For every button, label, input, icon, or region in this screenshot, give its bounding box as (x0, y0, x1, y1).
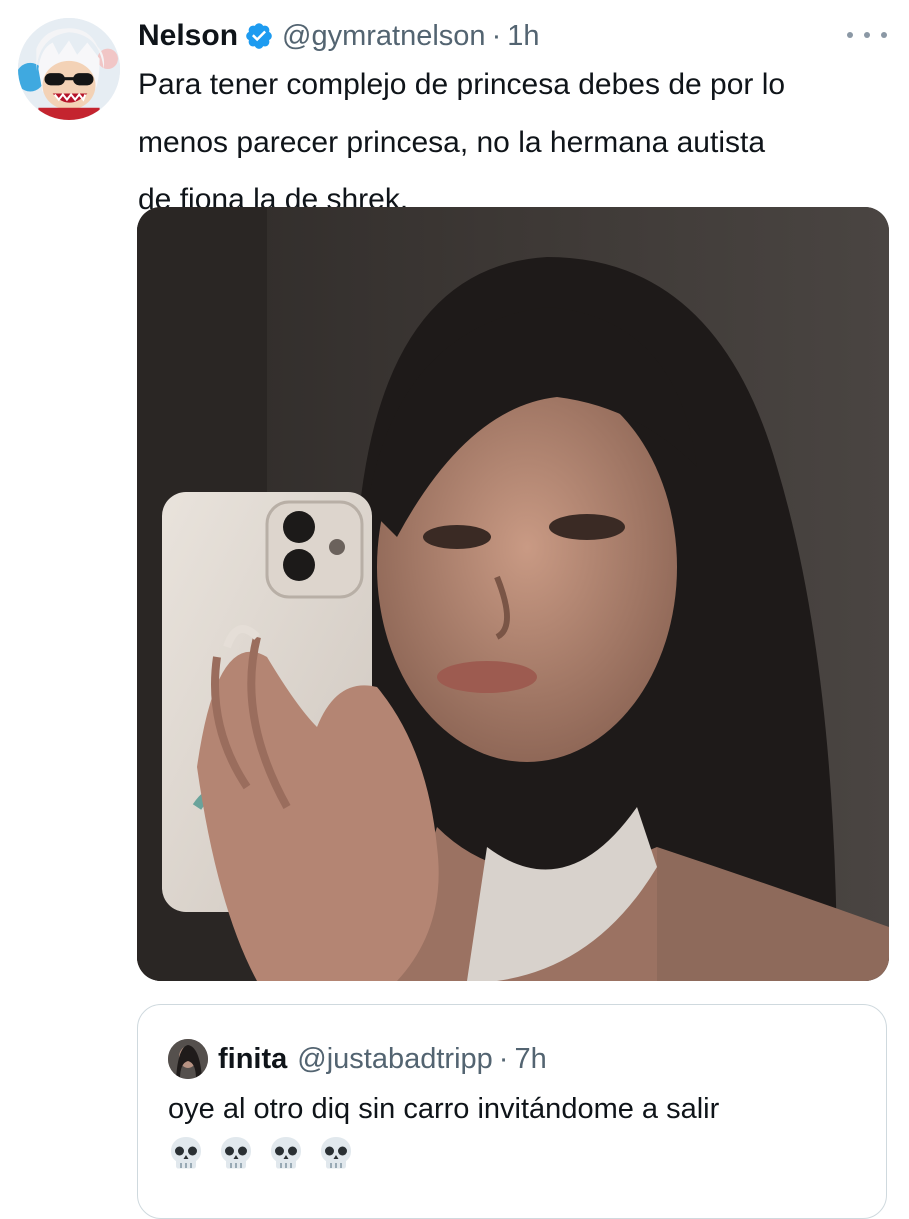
tweet-timestamp[interactable]: 1h (507, 20, 539, 53)
quoted-author-avatar[interactable] (168, 1039, 208, 1079)
quoted-author-display-name[interactable]: finita (218, 1043, 287, 1076)
quoted-header-separator: · (498, 1042, 509, 1075)
quoted-tweet-header: finita @justabadtripp · 7h (168, 1037, 547, 1081)
tweet[interactable]: Nelson @gymratnelson · 1h Para tener com… (0, 0, 909, 1219)
author-avatar[interactable] (18, 18, 120, 120)
tweet-header: Nelson @gymratnelson · 1h (138, 14, 540, 58)
quoted-tweet-text: oye al otro diq sin carro invitándome a … (168, 1093, 720, 1125)
verified-badge-icon[interactable] (244, 21, 274, 51)
author-display-name[interactable]: Nelson (138, 19, 238, 53)
avatar-illustration (18, 18, 120, 120)
quoted-tweet-timestamp[interactable]: 7h (514, 1043, 546, 1076)
quoted-tweet-emojis (168, 1135, 354, 1171)
quoted-tweet[interactable]: finita @justabadtripp · 7h oye al otro d… (137, 1004, 887, 1219)
skull-icon (268, 1135, 304, 1171)
skull-icon (168, 1135, 204, 1171)
tweet-text: Para tener complejo de princesa debes de… (138, 68, 786, 217)
skull-icon (218, 1135, 254, 1171)
author-handle[interactable]: @gymratnelson (282, 20, 486, 53)
quoted-author-handle[interactable]: @justabadtripp (297, 1043, 493, 1076)
tweet-media-photo[interactable] (137, 207, 889, 981)
skull-icon (318, 1135, 354, 1171)
header-separator: · (491, 19, 502, 52)
photo-mirror-selfie (137, 207, 889, 981)
more-horizontal-icon[interactable] (847, 20, 887, 50)
